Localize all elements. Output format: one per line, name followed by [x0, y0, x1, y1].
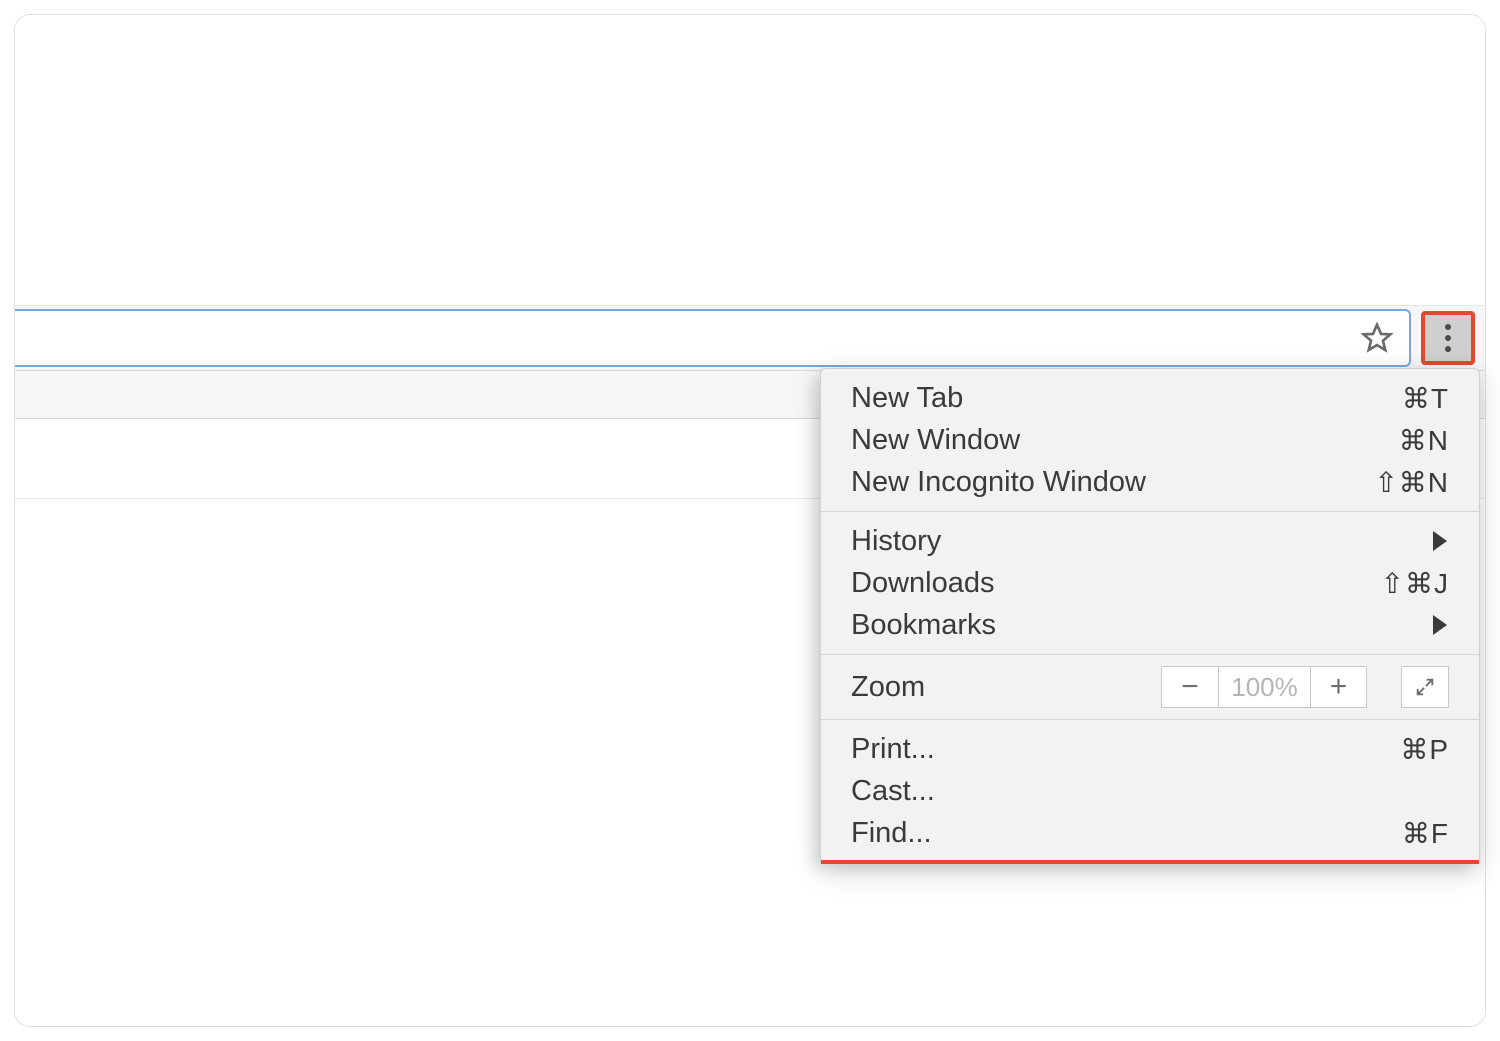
tab-strip-area: [15, 15, 1485, 305]
menu-item-zoom: Zoom − 100% +: [821, 655, 1479, 719]
vertical-dots-icon: [1445, 324, 1451, 352]
menu-item-bookmarks[interactable]: Bookmarks: [821, 604, 1479, 646]
menu-label: History: [851, 525, 1433, 558]
chevron-right-icon: [1433, 615, 1447, 635]
menu-shortcut: ⌘N: [1339, 424, 1449, 457]
zoom-in-button[interactable]: +: [1310, 667, 1366, 707]
menu-label: Find...: [851, 817, 1339, 850]
menu-item-new-tab[interactable]: New Tab ⌘T: [821, 377, 1479, 419]
menu-shortcut: ⌘T: [1339, 382, 1449, 415]
toolbar: [15, 305, 1485, 371]
menu-label: Downloads: [851, 567, 1339, 600]
main-menu-dropdown: New Tab ⌘T New Window ⌘N New Incognito W…: [820, 368, 1480, 863]
menu-item-print[interactable]: Print... ⌘P: [821, 728, 1479, 770]
menu-label: Print...: [851, 733, 1339, 766]
menu-label: New Window: [851, 424, 1339, 457]
menu-item-new-incognito[interactable]: New Incognito Window ⇧⌘N: [821, 461, 1479, 503]
address-bar[interactable]: [15, 309, 1411, 367]
bookmark-star-icon[interactable]: [1359, 320, 1395, 356]
menu-group-new: New Tab ⌘T New Window ⌘N New Incognito W…: [821, 369, 1479, 511]
menu-item-downloads[interactable]: Downloads ⇧⌘J: [821, 562, 1479, 604]
menu-item-cast[interactable]: Cast...: [821, 770, 1479, 812]
menu-shortcut: ⇧⌘J: [1339, 567, 1449, 600]
zoom-label: Zoom: [851, 671, 1161, 704]
menu-item-new-window[interactable]: New Window ⌘N: [821, 419, 1479, 461]
customize-menu-button[interactable]: [1421, 311, 1475, 365]
menu-shortcut: ⇧⌘N: [1339, 466, 1449, 499]
menu-shortcut: ⌘F: [1339, 817, 1449, 850]
menu-label: New Tab: [851, 382, 1339, 415]
chevron-right-icon: [1433, 531, 1447, 551]
zoom-controls: − 100% +: [1161, 666, 1367, 708]
menu-group-actions: Print... ⌘P Cast... Find... ⌘F: [821, 720, 1479, 862]
zoom-out-button[interactable]: −: [1162, 667, 1218, 707]
menu-item-find[interactable]: Find... ⌘F: [821, 812, 1479, 854]
highlight-marker: [821, 860, 1479, 864]
menu-group-history: History Downloads ⇧⌘J Bookmarks: [821, 512, 1479, 654]
zoom-value: 100%: [1218, 667, 1310, 707]
fullscreen-button[interactable]: [1401, 666, 1449, 708]
menu-label: Cast...: [851, 775, 1339, 808]
menu-shortcut: ⌘P: [1339, 733, 1449, 766]
menu-label: New Incognito Window: [851, 466, 1339, 499]
menu-item-history[interactable]: History: [821, 520, 1479, 562]
menu-label: Bookmarks: [851, 609, 1433, 642]
